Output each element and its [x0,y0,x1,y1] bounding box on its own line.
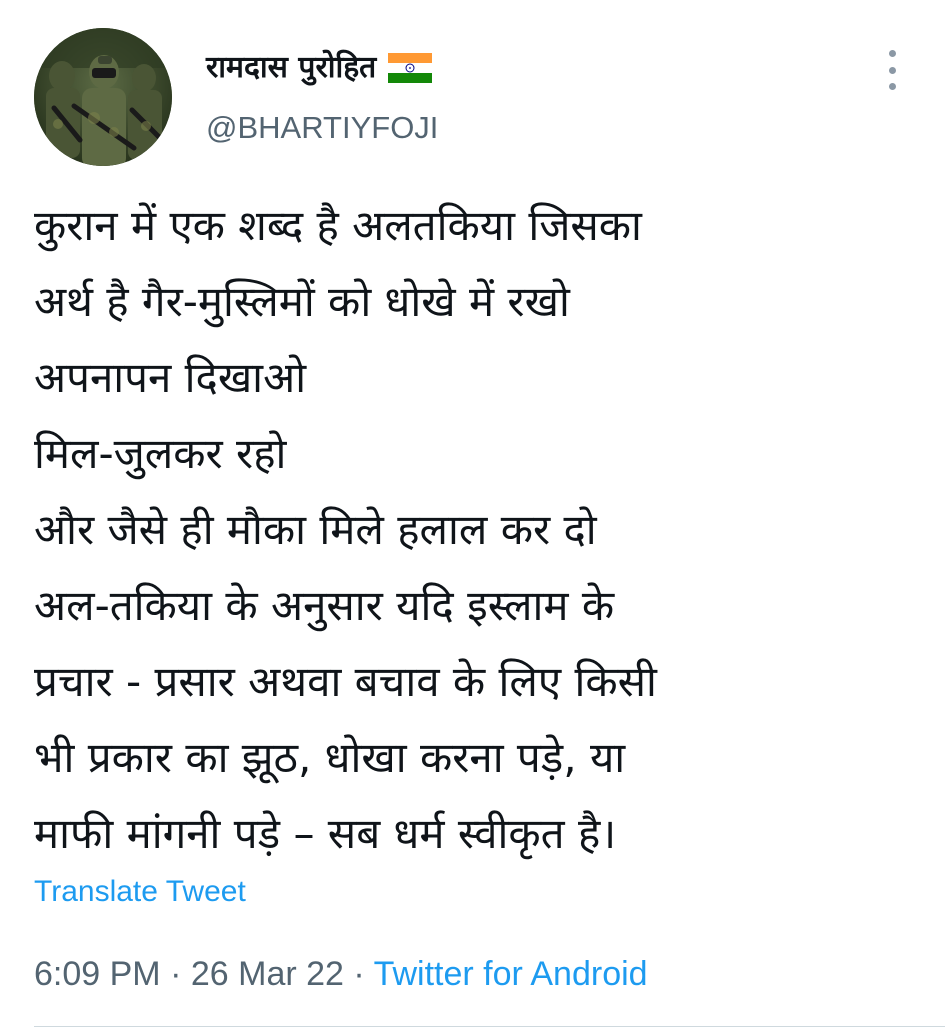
tweet-text-line: कुरान में एक शब्द है अलतकिया जिसका [34,201,642,250]
tweet-text-line: प्रचार - प्रसार अथवा बचाव के लिए किसी [34,657,657,706]
tweet-date[interactable]: 26 Mar 22 [191,955,344,993]
author-display-name[interactable]: रामदास पुरोहित [206,48,376,88]
author-name-row[interactable]: रामदास पुरोहित [206,48,433,88]
more-dot [888,83,896,90]
more-dot [888,66,896,74]
more-vertical-icon[interactable] [880,50,904,90]
tweet-text-line: और जैसे ही मौका मिले हलाल कर दो [34,505,597,554]
tweet-detail: रामदास पुरोहित @BHARTIYFOJI कुरान में एक… [0,0,945,1035]
tweet-source-link[interactable]: Twitter for Android [374,955,648,993]
more-dot [888,50,896,57]
tweet-text-line: मिल-जुलकर रहो [34,429,287,478]
india-flag-icon [388,53,433,83]
meta-separator: · [170,955,191,993]
tweet-meta: 6:09 PM · 26 Mar 22 · Twitter for Androi… [34,952,648,996]
avatar-image [34,28,172,166]
meta-separator: · [353,955,374,993]
tweet-text-line: भी प्रकार का झूठ, धोखा करना पड़े, या [34,733,626,782]
author-handle[interactable]: @BHARTIYFOJI [206,108,438,148]
tweet-text-line: अर्थ है गैर-मुस्लिमों को धोखे में रखो [34,277,570,326]
tweet-text-line: माफी मांगनी पड़े – सब धर्म स्वीकृत है। [34,809,617,858]
tweet-text-line: अल-तकिया के अनुसार यदि इस्लाम के [34,581,615,630]
tweet-time[interactable]: 6:09 PM [34,955,161,993]
avatar[interactable] [34,28,172,166]
tweet-text-line: अपनापन दिखाओ [34,353,307,402]
divider [34,1026,945,1027]
translate-tweet-link[interactable]: Translate Tweet [34,872,246,912]
tweet-text: कुरान में एक शब्द है अलतकिया जिसका अर्थ … [34,188,914,872]
